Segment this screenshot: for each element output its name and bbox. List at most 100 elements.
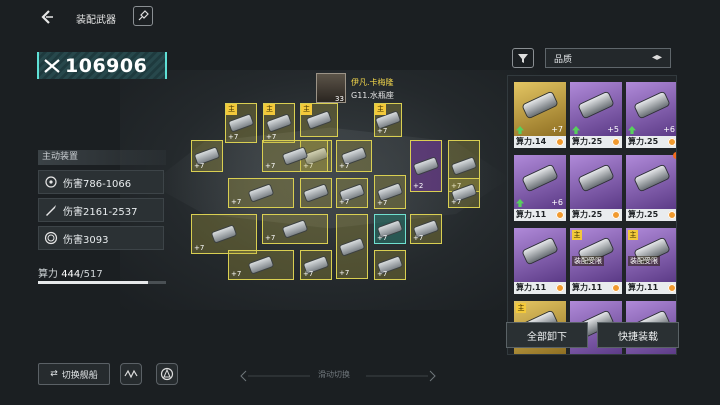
slot-level: +7 bbox=[228, 133, 239, 141]
sort-label: 品质 bbox=[554, 54, 573, 65]
pilot-level: 33 bbox=[335, 95, 344, 103]
slot-level: +7 bbox=[231, 270, 242, 278]
weapon-slot[interactable]: 主 +7 bbox=[225, 103, 257, 143]
compute-label: 算力 bbox=[38, 269, 58, 280]
ship-stats-button[interactable] bbox=[120, 363, 142, 385]
back-button[interactable] bbox=[38, 8, 56, 26]
target-icon bbox=[43, 174, 59, 190]
slot-level: +7 bbox=[194, 244, 205, 252]
resource-icon bbox=[668, 138, 676, 146]
stat-row-radar: 伤害3093 bbox=[38, 226, 164, 250]
slot-level: +7 bbox=[339, 269, 350, 277]
weapon-slot[interactable]: +7 bbox=[300, 250, 332, 280]
resource-icon bbox=[612, 284, 620, 292]
weapon-icon bbox=[248, 256, 274, 274]
weapon-slot[interactable]: +7 bbox=[374, 214, 406, 244]
slot-level: +7 bbox=[377, 199, 388, 207]
swipe-hint-text: 滑动切换 bbox=[318, 370, 350, 379]
stat-text: 伤害2161-2537 bbox=[63, 206, 138, 218]
weapon-icon bbox=[282, 220, 308, 238]
pilot-name: 伊凡.卡梅隆 bbox=[351, 78, 394, 87]
weapon-slot[interactable]: +7 bbox=[228, 250, 294, 280]
weapon-slot[interactable]: +7 bbox=[336, 140, 372, 172]
inventory-card[interactable]: +6 算力.11 bbox=[514, 155, 566, 221]
inventory-card[interactable]: 主装配受限 算力.11 bbox=[570, 228, 622, 294]
weapon-slot[interactable]: +7 bbox=[374, 175, 406, 209]
back-chevron-icon bbox=[41, 10, 53, 24]
weapon-slot[interactable]: +7 bbox=[336, 214, 368, 279]
weapon-slot[interactable]: 主 +7 bbox=[374, 103, 402, 137]
resource-icon bbox=[668, 211, 676, 219]
weapon-slot[interactable]: +7 bbox=[262, 214, 328, 244]
stat-row-target: 伤害786-1066 bbox=[38, 170, 164, 194]
ship-power-value: 106906 bbox=[65, 54, 148, 77]
weapon-icon bbox=[413, 157, 439, 175]
compute-bar bbox=[38, 281, 166, 284]
weapon-slot[interactable]: 主 bbox=[300, 103, 338, 137]
card-plus: +6 bbox=[663, 125, 675, 134]
switch-ship-label: 切换舰船 bbox=[61, 370, 98, 381]
weapon-slot[interactable]: +7 bbox=[336, 178, 368, 208]
main-weapon-tag: 主 bbox=[628, 230, 638, 240]
radar-icon bbox=[43, 230, 59, 246]
slot-level: +7 bbox=[377, 270, 388, 278]
slot-level: +7 bbox=[265, 234, 276, 242]
weapon-slot[interactable] bbox=[300, 178, 332, 208]
sort-arrows-icon: ◂▸ bbox=[651, 52, 662, 63]
weapon-slot[interactable]: +2 bbox=[410, 140, 442, 192]
switch-ship-button[interactable]: ⇄ 切换舰船 bbox=[38, 363, 110, 385]
compute-current: 444 bbox=[61, 269, 81, 280]
weapon-slot[interactable]: +7 bbox=[374, 250, 406, 280]
compute-readout: 算力 444/517 bbox=[38, 265, 103, 280]
slot-level: +7 bbox=[303, 270, 314, 278]
inventory-card[interactable]: +5 算力.25 bbox=[570, 82, 622, 148]
rocket-icon bbox=[138, 10, 149, 21]
weapon-slot[interactable]: +7 bbox=[448, 178, 480, 208]
inventory-panel[interactable]: +7 算力.14 +5 算力.25 +6 算力.25 +6 算力.11 算力.25 算力.25 算力… bbox=[507, 75, 677, 355]
card-plus: +5 bbox=[607, 125, 619, 134]
rocket-button[interactable] bbox=[133, 6, 153, 26]
weapon-icon bbox=[282, 147, 308, 165]
missile-icon bbox=[43, 202, 59, 218]
ship-power-display: 106906 bbox=[37, 52, 167, 79]
pilot-subtitle: G11.水瓶座 bbox=[351, 91, 394, 100]
wave-icon bbox=[124, 369, 138, 379]
slot-level: +7 bbox=[339, 198, 350, 206]
resource-icon bbox=[612, 138, 620, 146]
slot-level: +7 bbox=[377, 234, 388, 242]
slot-level: +7 bbox=[451, 198, 462, 206]
weapon-icon bbox=[303, 184, 329, 202]
swipe-hint: 滑动切换 bbox=[238, 368, 438, 382]
page-title: 装配武器 bbox=[76, 15, 116, 26]
weapon-slot[interactable]: +7 bbox=[410, 214, 442, 244]
weapon-slot[interactable]: +7 bbox=[191, 140, 223, 172]
weapon-icon bbox=[451, 157, 477, 175]
resource-icon bbox=[556, 138, 564, 146]
weapon-icon bbox=[377, 183, 403, 201]
weapon-slot[interactable]: +7 bbox=[262, 140, 328, 172]
quick-equip-button[interactable]: 快捷装载 bbox=[597, 322, 679, 348]
weapon-icon bbox=[248, 184, 274, 202]
sort-dropdown[interactable]: 品质 ◂▸ bbox=[545, 48, 671, 68]
weapon-slot[interactable]: +7 bbox=[191, 214, 257, 254]
slot-level: +2 bbox=[413, 182, 424, 190]
resource-icon bbox=[612, 211, 620, 219]
active-equipment-label: 主动装置 bbox=[38, 150, 166, 165]
weapon-slot[interactable]: +7 bbox=[228, 178, 294, 208]
restriction-warning: 装配受限 bbox=[628, 256, 660, 266]
inventory-card[interactable]: +6 算力.25 bbox=[626, 82, 676, 148]
inventory-card[interactable]: +7 算力.14 bbox=[514, 82, 566, 148]
weapon-icon bbox=[211, 225, 237, 243]
inventory-card[interactable]: 算力.25 bbox=[626, 152, 676, 221]
main-weapon-tag: 主 bbox=[226, 104, 237, 115]
inventory-card[interactable]: 算力.25 bbox=[570, 155, 622, 221]
ship-skill-button[interactable] bbox=[156, 363, 178, 385]
weapon-slot[interactable]: 主 +7 bbox=[263, 103, 295, 143]
resource-icon bbox=[556, 284, 564, 292]
filter-button[interactable] bbox=[512, 48, 534, 68]
main-weapon-tag: 主 bbox=[516, 303, 526, 313]
weapon-icon bbox=[339, 238, 365, 255]
inventory-card[interactable]: 算力.11 bbox=[514, 228, 566, 294]
inventory-card[interactable]: 主装配受限 算力.11 bbox=[626, 228, 676, 294]
unequip-all-button[interactable]: 全部卸下 bbox=[506, 322, 588, 348]
